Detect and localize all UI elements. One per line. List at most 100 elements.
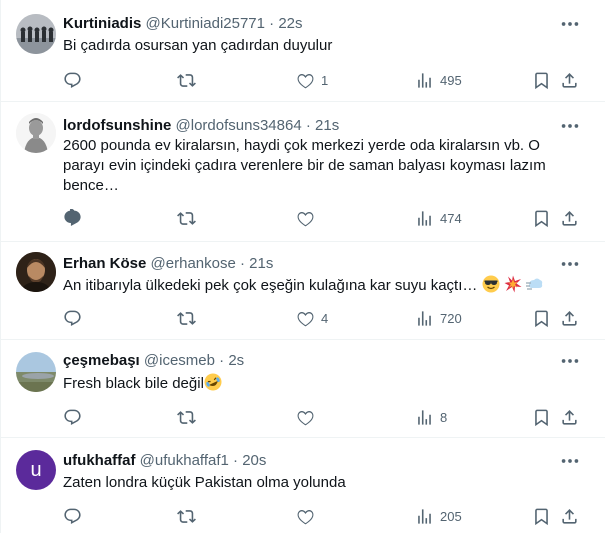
reply-button[interactable] bbox=[63, 68, 88, 92]
views-chart-icon bbox=[418, 72, 431, 88]
tweet-header: çeşmebaşı @icesmeb · 2s bbox=[63, 351, 244, 371]
tweet[interactable]: lordofsunshine @lordofsuns34864 · 21s 26… bbox=[1, 102, 605, 242]
bookmark-icon bbox=[535, 508, 548, 525]
share-button[interactable] bbox=[560, 306, 579, 330]
reply-button[interactable] bbox=[63, 206, 88, 230]
views-chart-icon bbox=[418, 210, 431, 226]
tweet-text-row: An itibarıyla ülkedeki pek çok eşeğin ku… bbox=[63, 275, 583, 296]
bookmark-button[interactable] bbox=[532, 306, 551, 330]
avatar[interactable] bbox=[16, 252, 56, 292]
timestamp[interactable]: 2s bbox=[228, 352, 244, 369]
views-button[interactable]: 474 bbox=[415, 206, 462, 230]
timestamp[interactable]: 20s bbox=[242, 452, 266, 469]
avatar[interactable] bbox=[16, 14, 56, 54]
user-handle[interactable]: @ufukhaffaf1 bbox=[140, 452, 229, 469]
more-options-icon[interactable] bbox=[559, 13, 583, 37]
timestamp[interactable]: 22s bbox=[278, 15, 302, 32]
avatar[interactable]: u bbox=[16, 450, 56, 490]
display-name[interactable]: çeşmebaşı bbox=[63, 352, 140, 369]
display-name[interactable]: lordofsunshine bbox=[63, 117, 171, 134]
separator-dot: · bbox=[269, 15, 275, 32]
views-count: 474 bbox=[440, 210, 462, 226]
views-count: 495 bbox=[440, 72, 462, 88]
share-icon bbox=[562, 72, 577, 88]
repost-icon bbox=[177, 311, 196, 325]
tweet-header: ufukhaffaf @ufukhaffaf1 · 20s bbox=[63, 451, 266, 471]
bookmark-button[interactable] bbox=[532, 504, 551, 528]
display-name[interactable]: Kurtiniadis bbox=[63, 15, 141, 32]
tweet-text: 2600 pounda ev kiralarsın, haydi çok mer… bbox=[63, 137, 546, 194]
action-bar: 474 bbox=[63, 206, 593, 230]
bookmark-button[interactable] bbox=[532, 405, 551, 429]
more-options-icon[interactable] bbox=[559, 253, 583, 277]
avatar[interactable] bbox=[16, 352, 56, 392]
repost-button[interactable] bbox=[177, 206, 202, 230]
like-button[interactable] bbox=[296, 206, 321, 230]
like-button[interactable]: 1 bbox=[296, 68, 328, 92]
bookmark-icon bbox=[535, 409, 548, 426]
like-button[interactable]: 4 bbox=[296, 306, 328, 330]
heart-icon bbox=[297, 73, 314, 88]
views-button[interactable]: 205 bbox=[415, 504, 462, 528]
display-name[interactable]: ufukhaffaf bbox=[63, 452, 136, 469]
bookmark-button[interactable] bbox=[532, 206, 551, 230]
views-button[interactable]: 495 bbox=[415, 68, 462, 92]
repost-button[interactable] bbox=[177, 504, 202, 528]
reply-icon bbox=[64, 310, 81, 326]
views-chart-icon bbox=[418, 409, 431, 425]
views-button[interactable]: 8 bbox=[415, 405, 447, 429]
bookmark-button[interactable] bbox=[532, 68, 551, 92]
reply-button[interactable] bbox=[63, 504, 88, 528]
tweet-header: Kurtiniadis @Kurtiniadi25771 · 22s bbox=[63, 14, 303, 34]
separator-dot: · bbox=[219, 352, 225, 369]
share-button[interactable] bbox=[560, 206, 579, 230]
separator-dot: · bbox=[233, 452, 239, 469]
reply-button[interactable] bbox=[63, 306, 88, 330]
avatar[interactable] bbox=[16, 113, 56, 153]
separator-dot: · bbox=[305, 117, 311, 134]
share-button[interactable] bbox=[560, 504, 579, 528]
timeline-feed: Kurtiniadis @Kurtiniadi25771 · 22s Bi ça… bbox=[0, 0, 605, 533]
reply-button[interactable] bbox=[63, 405, 88, 429]
display-name[interactable]: Erhan Köse bbox=[63, 255, 146, 272]
repost-icon bbox=[177, 73, 196, 87]
timestamp[interactable]: 21s bbox=[315, 117, 339, 134]
action-bar: 8 bbox=[63, 405, 593, 429]
avatar-letter: u bbox=[30, 458, 42, 481]
more-options-icon[interactable] bbox=[559, 350, 583, 374]
views-chart-icon bbox=[418, 508, 431, 524]
share-button[interactable] bbox=[560, 405, 579, 429]
user-handle[interactable]: @lordofsuns34864 bbox=[176, 117, 302, 134]
repost-button[interactable] bbox=[177, 306, 202, 330]
bookmark-icon bbox=[535, 72, 548, 89]
timestamp[interactable]: 21s bbox=[249, 255, 273, 272]
user-handle[interactable]: @Kurtiniadi25771 bbox=[146, 15, 265, 32]
views-count: 205 bbox=[440, 508, 462, 524]
repost-button[interactable] bbox=[177, 68, 202, 92]
repost-button[interactable] bbox=[177, 405, 202, 429]
separator-dot: · bbox=[239, 255, 245, 272]
repost-icon bbox=[177, 509, 196, 523]
tweet[interactable]: Erhan Köse @erhankose · 21s An itibarıyl… bbox=[1, 242, 605, 340]
share-button[interactable] bbox=[560, 68, 579, 92]
rofl-emoji bbox=[204, 373, 222, 391]
tweet[interactable]: u ufukhaffaf @ufukhaffaf1 · 20s Zaten lo… bbox=[1, 438, 605, 533]
tweet[interactable]: Kurtiniadis @Kurtiniadi25771 · 22s Bi ça… bbox=[1, 0, 605, 102]
tweet-text: Zaten londra küçük Pakistan olma yolunda bbox=[63, 474, 346, 491]
share-icon bbox=[562, 210, 577, 226]
repost-icon bbox=[177, 211, 196, 225]
user-handle[interactable]: @erhankose bbox=[151, 255, 236, 272]
repost-icon bbox=[177, 410, 196, 424]
more-options-icon[interactable] bbox=[559, 450, 583, 474]
tweet-text: Bi çadırda osursan yan çadırdan duyulur bbox=[63, 37, 333, 54]
views-count: 8 bbox=[440, 409, 448, 425]
heart-icon bbox=[297, 509, 314, 524]
like-button[interactable] bbox=[296, 504, 321, 528]
tweet[interactable]: çeşmebaşı @icesmeb · 2s Fresh black bile… bbox=[1, 340, 605, 438]
views-button[interactable]: 720 bbox=[415, 306, 462, 330]
action-bar: 4 720 bbox=[63, 306, 593, 330]
like-button[interactable] bbox=[296, 405, 321, 429]
user-handle[interactable]: @icesmeb bbox=[144, 352, 215, 369]
tweet-text-row: Fresh black bile değil bbox=[63, 373, 563, 394]
bookmark-icon bbox=[535, 310, 548, 327]
